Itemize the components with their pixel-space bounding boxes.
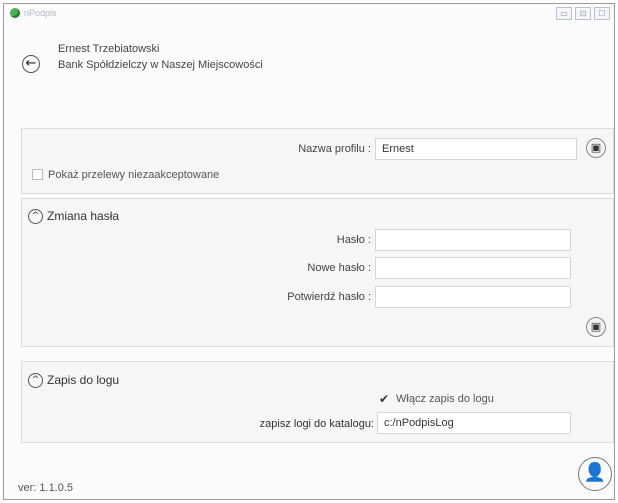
save-icon: ▣ xyxy=(590,141,602,154)
enable-log-checkmark-icon[interactable]: ✔ xyxy=(379,392,389,406)
collapse-icon[interactable]: ^ xyxy=(28,373,43,388)
new-password-label: Nowe hasło : xyxy=(307,262,371,274)
user-icon: 👤 xyxy=(583,462,607,483)
back-arrow-button[interactable]: ← xyxy=(22,55,40,73)
show-unaccepted-checkbox[interactable] xyxy=(32,169,43,180)
minimize-button[interactable]: ▭ xyxy=(556,7,572,20)
user-name: Ernest Trzebiatowski xyxy=(58,43,160,55)
show-unaccepted-label: Pokaż przelewy niezaakceptowane xyxy=(48,169,220,181)
current-password-label: Hasło : xyxy=(336,234,371,246)
collapse-icon[interactable]: ^ xyxy=(28,209,43,224)
log-panel: ^ Zapis do logu ✔ Włącz zapis do logu za… xyxy=(21,361,614,443)
section-title: Zapis do logu xyxy=(47,373,120,387)
logout-button[interactable]: 👤 xyxy=(578,457,612,491)
close-button[interactable]: ☐ xyxy=(594,7,610,20)
profile-panel: Nazwa profilu : ▣ Pokaż przelewy niezaak… xyxy=(21,128,614,194)
confirm-password-label: Potwierdź hasło : xyxy=(287,291,371,303)
log-dir-input[interactable] xyxy=(377,412,571,434)
title-bar: nPodpis ▭ ⊡ ☐ xyxy=(4,4,614,24)
app-logo-icon xyxy=(10,8,20,18)
enable-log-label: Włącz zapis do logu xyxy=(396,393,494,405)
maximize-button[interactable]: ⊡ xyxy=(575,7,591,20)
confirm-password-input[interactable] xyxy=(375,286,571,308)
log-dir-label: zapisz logi do katalogu: xyxy=(259,418,374,430)
profile-name-label: Nazwa profilu : xyxy=(298,143,371,155)
bank-name: Bank Spółdzielczy w Naszej Miejscowości xyxy=(58,59,263,71)
profile-save-button[interactable]: ▣ xyxy=(586,138,606,158)
window-title: nPodpis xyxy=(24,8,57,18)
version-label: ver: 1.1.0.5 xyxy=(18,482,74,494)
profile-name-input[interactable] xyxy=(375,138,577,160)
password-panel: ^ Zmiana hasła Hasło : Nowe hasło : Potw… xyxy=(21,198,614,347)
section-title: Zmiana hasła xyxy=(47,209,120,223)
current-password-input[interactable] xyxy=(375,229,571,251)
new-password-input[interactable] xyxy=(375,257,571,279)
save-icon: ▣ xyxy=(590,320,602,333)
window-controls: ▭ ⊡ ☐ xyxy=(556,7,610,20)
password-save-button[interactable]: ▣ xyxy=(586,317,606,337)
